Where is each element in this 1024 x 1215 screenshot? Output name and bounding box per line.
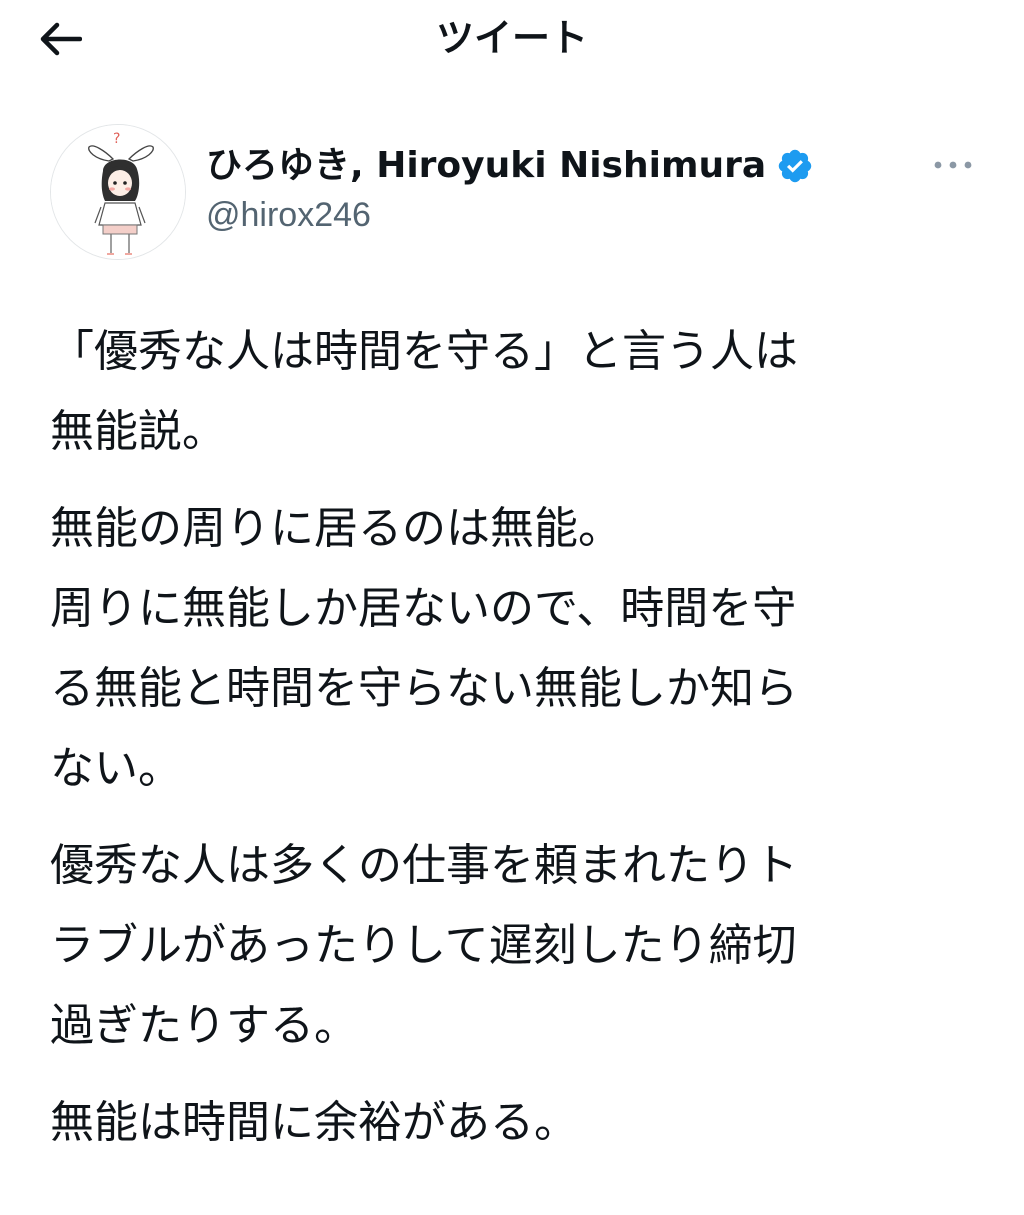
avatar[interactable]: ? [50, 124, 186, 260]
tweet-line: 過ぎたりする。 [50, 1000, 358, 1051]
tweet-line: ない。 [50, 743, 182, 794]
arrow-left-icon [40, 22, 82, 56]
tweet-paragraph-4: 無能は時間に余裕がある。 [50, 1083, 974, 1163]
tweet-line: 無能の周りに居るのは無能。 [50, 503, 622, 554]
more-options-button[interactable] [926, 146, 980, 184]
page-title: ツイート [435, 16, 588, 60]
more-horizontal-icon [934, 161, 972, 169]
author-handle[interactable]: @hirox246 [206, 192, 371, 238]
tweet-paragraph-3: 優秀な人は多くの仕事を頼まれたりト ラブルがあったりして遅刻したり締切 過ぎたり… [50, 826, 974, 1066]
tweet-line: 「優秀な人は時間を守る」と言う人は [50, 326, 798, 377]
tweet-line: る無能と時間を守らない無能しか知ら [50, 663, 798, 714]
tweet-text: 「優秀な人は時間を守る」と言う人は 無能説。 無能の周りに居るのは無能。 周りに… [50, 312, 974, 1180]
top-bar: ツイート [0, 0, 1024, 80]
tweet-line: 無能説。 [50, 406, 226, 457]
tweet-line: 周りに無能しか居ないので、時間を守 [50, 583, 797, 634]
author-name: ひろゆき, Hiroyuki Nishimura [206, 145, 767, 186]
verified-badge-icon [778, 149, 812, 183]
svg-text:?: ? [113, 131, 120, 147]
bunny-ear-character-avatar: ? [51, 125, 185, 259]
tweet-line: ラブルがあったりして遅刻したり締切 [50, 920, 797, 971]
author-name-row[interactable]: ひろゆき, Hiroyuki Nishimura [206, 140, 814, 192]
tweet-line: 無能は時間に余裕がある。 [50, 1097, 578, 1148]
back-button[interactable] [32, 14, 88, 64]
tweet-line: 優秀な人は多くの仕事を頼まれたりト [50, 840, 798, 891]
tweet-paragraph-1: 「優秀な人は時間を守る」と言う人は 無能説。 [50, 312, 974, 472]
tweet-paragraph-2: 無能の周りに居るのは無能。 周りに無能しか居ないので、時間を守 る無能と時間を守… [50, 489, 974, 809]
